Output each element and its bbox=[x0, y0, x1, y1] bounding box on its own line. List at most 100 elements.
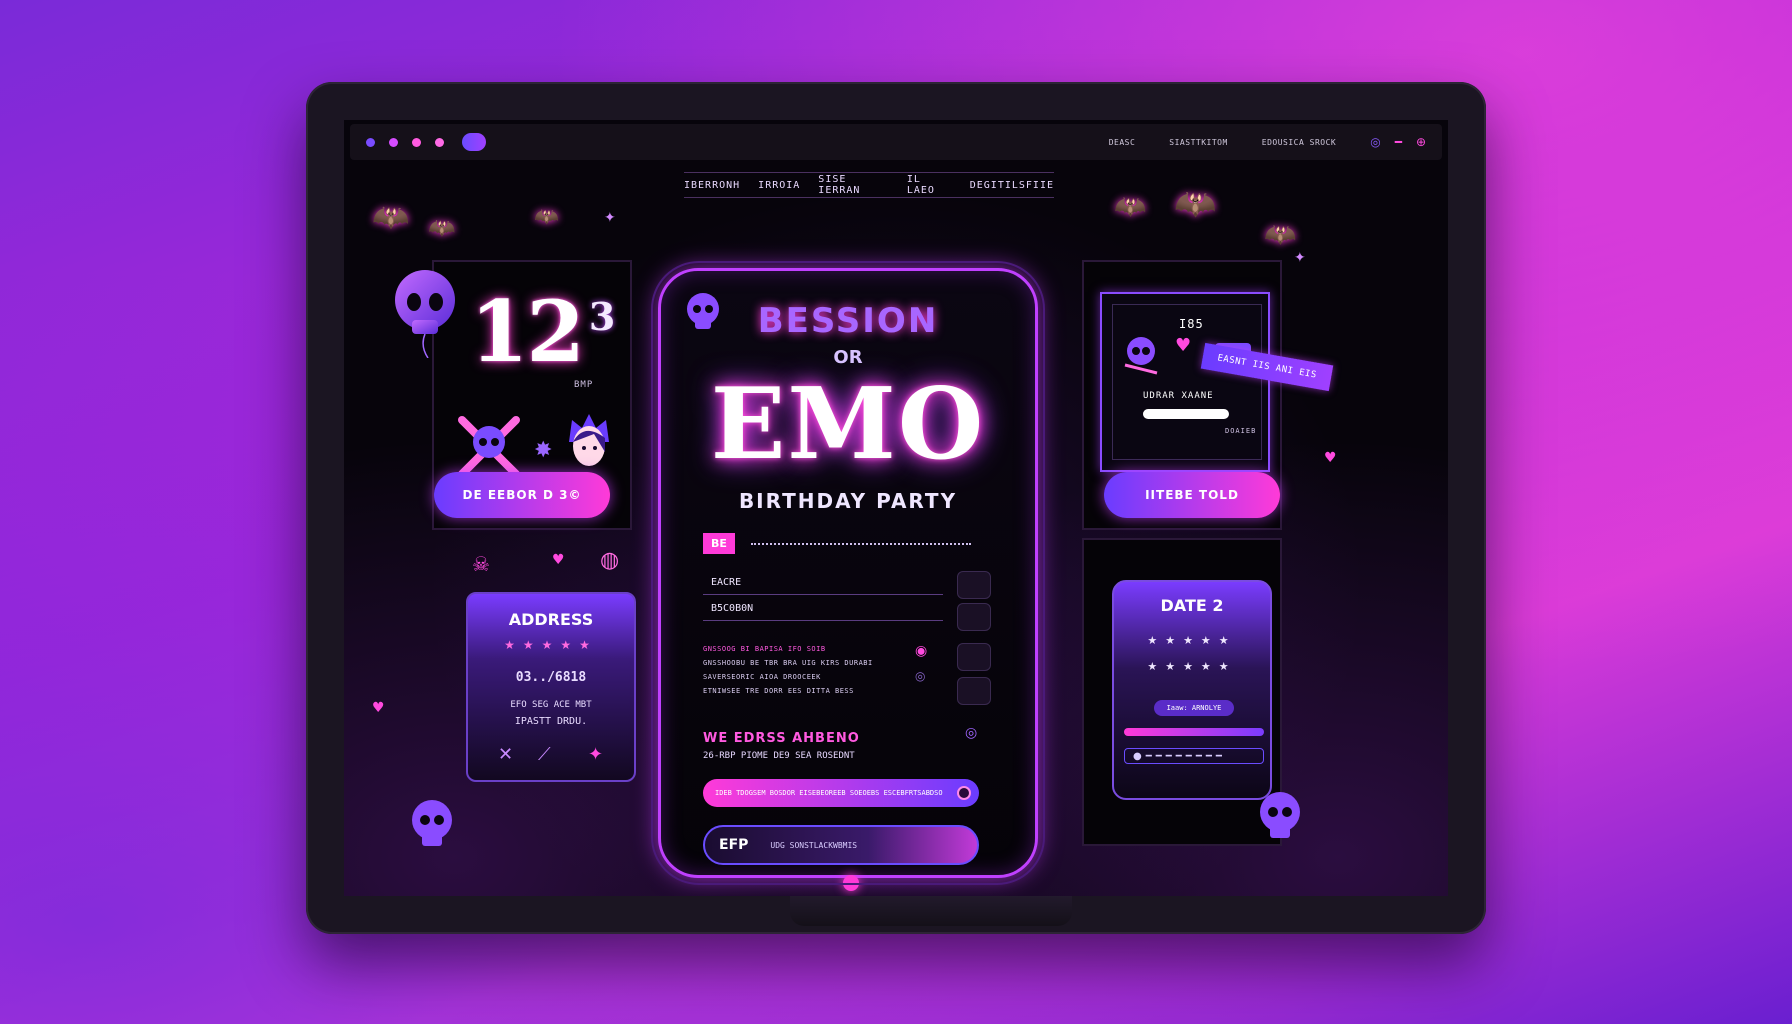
minus-icon[interactable]: ━ bbox=[1395, 135, 1402, 149]
invite-tag: BE bbox=[703, 533, 735, 554]
bat-icon: 🦇 bbox=[372, 200, 410, 235]
header-ticker: IBERRONH IRROIA SISE IERRAN IL LAEO DEGI… bbox=[684, 172, 1054, 198]
bat-icon: 🦇 bbox=[534, 204, 559, 228]
monitor-name: UDRAR XAANE bbox=[1143, 391, 1214, 401]
invite-detail-4: ETNIWSEE TRE DORR EES DITTA BESS bbox=[703, 687, 854, 695]
divider-dotted bbox=[751, 543, 971, 545]
address-line-2: IPASTT DRDU. bbox=[514, 716, 588, 727]
invite-detail-2: GNSSHOOBU BE TBR BRA UIG KIRS DURABI bbox=[703, 659, 873, 667]
date-progress-bar bbox=[1124, 728, 1264, 736]
date-card: DATE 2 ★★★★★ ★★★★★ Iaaw: ARNOLYE ●━━━━━━… bbox=[1112, 580, 1272, 800]
nav-link-3[interactable]: EDOUSICA SROCK bbox=[1262, 138, 1336, 147]
submit-button[interactable]: EFP UDG SONSTLACKWBMIS bbox=[703, 825, 979, 865]
submit-sublabel: UDG SONSTLACKWBMIS bbox=[770, 840, 858, 850]
ticker-item: IRROIA bbox=[758, 179, 801, 191]
address-code: 03../6818 bbox=[515, 670, 587, 685]
laptop-base bbox=[790, 896, 1072, 926]
skull-icon: ☠ bbox=[472, 552, 490, 576]
skull-icon bbox=[412, 800, 452, 846]
address-title: ADDRESS bbox=[508, 610, 594, 629]
heart-icon: ♥ bbox=[372, 700, 385, 716]
date-title: DATE 2 bbox=[1160, 596, 1224, 615]
side-toggle-3[interactable] bbox=[957, 643, 991, 671]
date-selector[interactable]: ●━━━━━━━━ bbox=[1124, 748, 1264, 764]
details-button[interactable]: IITEBE TOLD bbox=[1104, 472, 1280, 518]
browser-toolbar: DEASC SIASTTKITOM EDOUSICA SROCK ◎ ━ ⊕ bbox=[350, 124, 1442, 160]
monitor-small: DOAIEB bbox=[1225, 427, 1257, 435]
radio-icon[interactable]: ◎ bbox=[915, 669, 925, 683]
address-card: ADDRESS ★★★★★ 03../6818 EFO SEG ACE MBT … bbox=[466, 592, 636, 782]
message-input[interactable]: IDEB TDOGSEM BOSDOR EISEBEOREEB SOEOEBS … bbox=[703, 779, 979, 807]
plus-circle-icon[interactable]: ⊕ bbox=[1416, 135, 1426, 149]
monitor-content: I85 ♥ UDRAR XAANE DOAIEB bbox=[1112, 304, 1262, 460]
invite-main-title: EMO bbox=[710, 367, 986, 482]
date-stars-2: ★★★★★ bbox=[1147, 660, 1237, 673]
ticker-item: IBERRONH bbox=[684, 179, 741, 191]
bat-icon: 🦇 bbox=[1264, 220, 1297, 250]
location-title: WE EDRSS AHBENO bbox=[703, 731, 860, 746]
input-knob[interactable] bbox=[957, 786, 971, 800]
sparkle-icon: ✦ bbox=[1294, 250, 1306, 266]
skull-icon bbox=[1124, 337, 1158, 375]
window-dot-icon[interactable] bbox=[412, 137, 421, 147]
laptop-frame: DEASC SIASTTKITOM EDOUSICA SROCK ◎ ━ ⊕ I… bbox=[306, 82, 1486, 934]
sparkle-icon: ♥ bbox=[1324, 450, 1337, 466]
date-chip[interactable]: Iaaw: ARNOLYE bbox=[1154, 700, 1234, 716]
circle-icon[interactable]: ◎ bbox=[965, 725, 977, 741]
skull-icon bbox=[687, 293, 719, 329]
invite-detail-1: GNSSOOG BI BAPISA IFO SOIB bbox=[703, 645, 826, 653]
radio-icon[interactable]: ◉ bbox=[915, 643, 927, 659]
message-input-text: IDEB TDOGSEM BOSDOR EISEBEOREEB SOEOEBS … bbox=[715, 789, 943, 797]
name-bar bbox=[1143, 409, 1229, 419]
invitation-card: BESSION OR EMO BIRTHDAY PARTY BE EACRE B… bbox=[651, 261, 1045, 891]
sparkle-icon: ✦ bbox=[588, 744, 604, 765]
ticker-item: SISE IERRAN bbox=[818, 174, 861, 196]
address-stars: ★★★★★ bbox=[504, 638, 598, 652]
burst-icon: ✸ bbox=[534, 438, 553, 463]
invite-field-1[interactable]: EACRE bbox=[703, 571, 943, 595]
invite-detail-3: SAVERSEORIC AIOA DROOCEEK bbox=[703, 673, 821, 681]
submit-label: EFP bbox=[719, 837, 749, 853]
home-button[interactable] bbox=[843, 875, 859, 891]
age-label: BMP bbox=[574, 380, 594, 390]
ball-icon: ◍ bbox=[600, 548, 620, 573]
emo-girl-avatar bbox=[569, 414, 609, 466]
invite-field-2[interactable]: B5C0B0N bbox=[703, 597, 943, 621]
heart-icon: ♥ bbox=[1175, 335, 1192, 356]
side-toggle-2[interactable] bbox=[957, 603, 991, 631]
window-dot-icon[interactable] bbox=[435, 137, 444, 147]
laptop-screen: DEASC SIASTTKITOM EDOUSICA SROCK ◎ ━ ⊕ I… bbox=[344, 120, 1448, 896]
window-dot-icon[interactable] bbox=[366, 137, 375, 147]
skull-icon bbox=[1260, 792, 1300, 838]
nav-link-1[interactable]: DEASC bbox=[1109, 138, 1136, 147]
bat-icon: 🦇 bbox=[428, 216, 456, 241]
nav-link-2[interactable]: SIASTTKITOM bbox=[1169, 138, 1227, 147]
location-subtitle: 26-RBP PIOME DE9 SEA ROSEDNT bbox=[703, 751, 855, 761]
side-toggle-4[interactable] bbox=[957, 677, 991, 705]
pen-icon: ⟋ bbox=[538, 744, 551, 765]
heart-icon: ♥ bbox=[552, 552, 565, 568]
monitor-label: I85 bbox=[1179, 317, 1204, 331]
date-panel: DATE 2 ★★★★★ ★★★★★ Iaaw: ARNOLYE ●━━━━━━… bbox=[1082, 538, 1300, 846]
invite-or: OR bbox=[833, 347, 863, 368]
ticker-item: DEGITILSFIIE bbox=[969, 179, 1054, 191]
date-stars-1: ★★★★★ bbox=[1147, 634, 1237, 647]
window-dot-icon[interactable] bbox=[389, 137, 398, 147]
address-panel: ☠ ♥ ◍ ADDRESS ★★★★★ 03../6818 EFO SEG AC… bbox=[412, 542, 636, 848]
invite-arc-title: BESSION bbox=[757, 301, 939, 341]
user-icon[interactable]: ◎ bbox=[1370, 135, 1380, 149]
age-number: 12 3 bbox=[470, 282, 615, 381]
bat-icon: 🦇 bbox=[1114, 192, 1147, 222]
address-line-1: EFO SEG ACE MBT bbox=[510, 700, 592, 710]
side-toggle-1[interactable] bbox=[957, 571, 991, 599]
top-nav: DEASC SIASTTKITOM EDOUSICA SROCK bbox=[1109, 138, 1337, 147]
profile-monitor: I85 ♥ UDRAR XAANE DOAIEB bbox=[1100, 292, 1270, 472]
menu-toggle-button[interactable] bbox=[462, 133, 486, 151]
sparkle-icon: ✦ bbox=[604, 210, 616, 226]
rsvp-button[interactable]: DE EEBOR D 3© bbox=[434, 472, 610, 518]
age-panel: 12 3 BMP ✸ DE EEBOR D 3© bbox=[395, 260, 632, 530]
invite-subtitle: BIRTHDAY PARTY bbox=[738, 489, 958, 513]
nav-icons: ◎ ━ ⊕ bbox=[1370, 135, 1426, 149]
bat-icon: 🦇 bbox=[1174, 184, 1217, 224]
cross-icon: ✕ bbox=[498, 744, 514, 765]
